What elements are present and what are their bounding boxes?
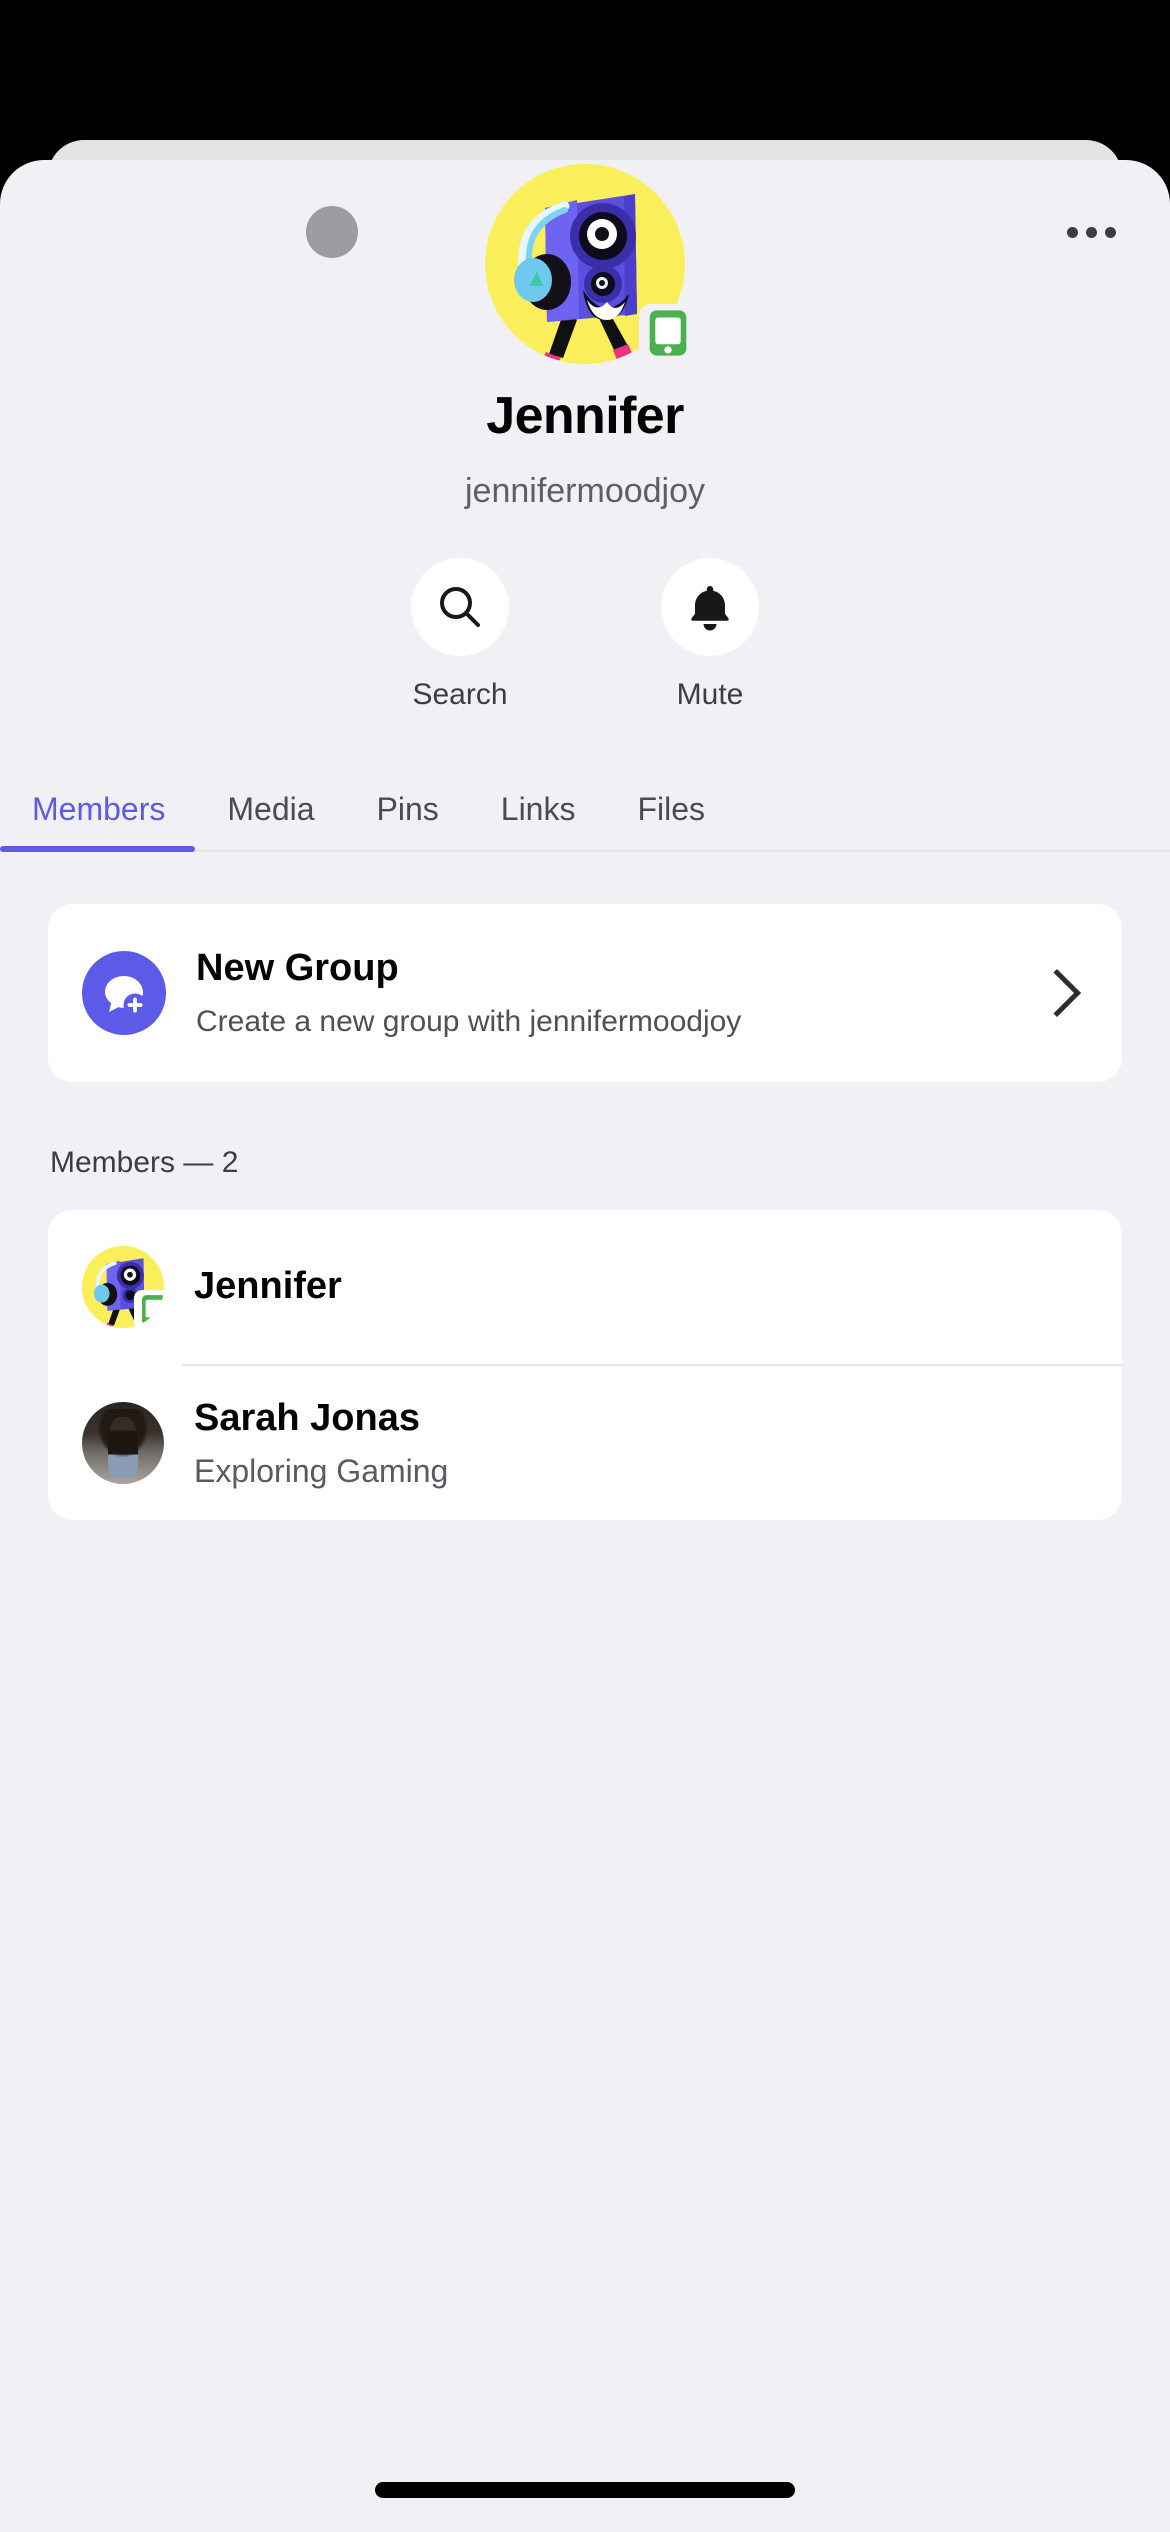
profile-actions: Search Mute [0, 557, 1170, 712]
avatar [82, 1245, 164, 1328]
search-button[interactable] [411, 557, 509, 656]
tab-content: New Group Create a new group with jennif… [0, 903, 1170, 1520]
search-action-label: Search [412, 677, 508, 711]
new-group-card[interactable]: New Group Create a new group with jennif… [48, 903, 1122, 1082]
list-item[interactable]: Sarah Jonas Exploring Gaming [48, 1366, 1122, 1520]
chat-bubble-plus-icon [82, 950, 166, 1035]
member-name: Sarah Jonas [194, 1396, 420, 1439]
members-list: Jennifer Sarah Jonas Exploring Gaming [48, 1209, 1122, 1520]
member-name: Jennifer [194, 1265, 342, 1308]
mobile-phone-icon [141, 1295, 164, 1325]
user-photo-avatar [82, 1401, 164, 1484]
page-title: Jennifer [486, 387, 684, 445]
search-icon [440, 586, 480, 627]
mute-button[interactable] [661, 557, 759, 656]
new-group-subtitle: Create a new group with jennifermoodjoy [196, 1004, 742, 1038]
mobile-phone-icon [649, 310, 687, 356]
avatar [82, 1401, 164, 1484]
bell-icon [691, 585, 729, 631]
tab-links[interactable]: Links [501, 791, 576, 850]
profile-avatar[interactable] [485, 164, 697, 364]
chevron-right-icon [1032, 968, 1082, 1018]
home-indicator[interactable] [375, 2482, 795, 2498]
phone-screen: Jennifer jennifermoodjoy Search Mute Mem… [0, 0, 1170, 2532]
tab-pins[interactable]: Pins [377, 791, 439, 850]
presence-badge [639, 304, 697, 362]
list-item[interactable]: Jennifer [48, 1210, 1122, 1364]
mute-action[interactable]: Mute [635, 557, 785, 712]
presence-badge [134, 1289, 164, 1328]
profile-tabs: Members Media Pins Links Files [0, 756, 1170, 852]
tab-files[interactable]: Files [637, 791, 705, 850]
member-status: Exploring Gaming [194, 1452, 449, 1489]
search-action[interactable]: Search [385, 557, 535, 712]
profile-sheet: Jennifer jennifermoodjoy Search Mute Mem… [0, 160, 1170, 2532]
members-section-label: Members — 2 [50, 1145, 239, 1179]
tab-media[interactable]: Media [227, 791, 314, 850]
mute-action-label: Mute [676, 677, 744, 711]
new-group-title: New Group [196, 947, 399, 990]
tab-members[interactable]: Members [0, 791, 196, 852]
profile-username: jennifermoodjoy [464, 472, 706, 511]
